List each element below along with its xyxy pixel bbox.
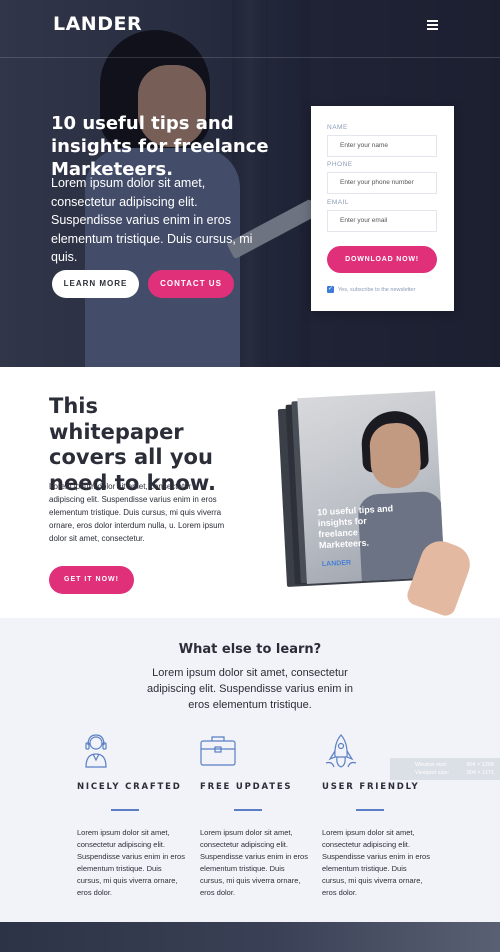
hamburger-menu-icon[interactable] xyxy=(427,20,438,30)
phone-input[interactable]: Enter your phone number xyxy=(327,172,437,194)
viewport-size-overlay: Window size: 904 × 1268 Viewport size: 9… xyxy=(390,758,500,780)
logo[interactable]: LANDER xyxy=(53,13,142,35)
feature-text: Lorem ipsum dolor sit amet, consectetur … xyxy=(200,828,308,897)
support-agent-icon xyxy=(83,733,113,769)
name-label: NAME xyxy=(327,124,348,131)
download-now-button[interactable]: DOWNLOAD NOW! xyxy=(327,246,437,273)
phone-label: PHONE xyxy=(327,161,353,168)
newsletter-checkbox[interactable]: ✓ xyxy=(327,286,334,293)
get-it-now-button[interactable]: GET IT NOW! xyxy=(49,566,134,594)
learn-title: What else to learn? xyxy=(178,642,322,657)
feature-text: Lorem ipsum dolor sit amet, consectetur … xyxy=(77,828,185,897)
hero-title: 10 useful tips and insights for freelanc… xyxy=(51,113,269,180)
briefcase-icon xyxy=(200,733,236,769)
book-cover-title: 10 useful tips and insights for freelanc… xyxy=(316,503,394,551)
feature-text: Lorem ipsum dolor sit amet, consectetur … xyxy=(322,828,430,897)
top-navbar: LANDER xyxy=(0,0,500,58)
feature-divider xyxy=(111,809,139,811)
download-form: NAME Enter your name PHONE Enter your ph… xyxy=(311,106,454,311)
name-input[interactable]: Enter your name xyxy=(327,135,437,157)
hero-text: Lorem ipsum dolor sit amet, consectetur … xyxy=(51,176,253,264)
learn-more-button[interactable]: LEARN MORE xyxy=(52,270,139,298)
feature-title: FREE UPDATES xyxy=(200,782,293,792)
feature-free-updates: FREE UPDATES Lorem ipsum dolor sit amet,… xyxy=(200,733,310,899)
feature-divider xyxy=(356,809,384,811)
contact-us-button[interactable]: CONTACT US xyxy=(148,270,234,298)
newsletter-label: Yes, subscribe to the newsletter xyxy=(338,287,416,293)
hero-section: LANDER 10 useful tips and insights for f… xyxy=(0,0,500,367)
feature-nicely-crafted: NICELY CRAFTED Lorem ipsum dolor sit ame… xyxy=(77,733,187,899)
feature-title: NICELY CRAFTED xyxy=(77,782,182,792)
whitepaper-book-image: 10 useful tips and insights for freelanc… xyxy=(277,390,445,588)
whitepaper-text: Lorem ipsum dolor sit amet, consectetur … xyxy=(49,482,225,543)
next-section-image xyxy=(0,922,500,952)
rocket-icon xyxy=(324,733,357,769)
learn-subtitle: Lorem ipsum dolor sit amet, consectetur … xyxy=(146,667,354,711)
email-input[interactable]: Enter your email xyxy=(327,210,437,232)
feature-title: USER FRIENDLY xyxy=(322,782,420,792)
feature-divider xyxy=(234,809,262,811)
book-cover-logo: LANDER xyxy=(321,559,352,569)
whitepaper-section: This whitepaper covers all you need to k… xyxy=(0,367,500,619)
email-label: EMAIL xyxy=(327,199,350,206)
